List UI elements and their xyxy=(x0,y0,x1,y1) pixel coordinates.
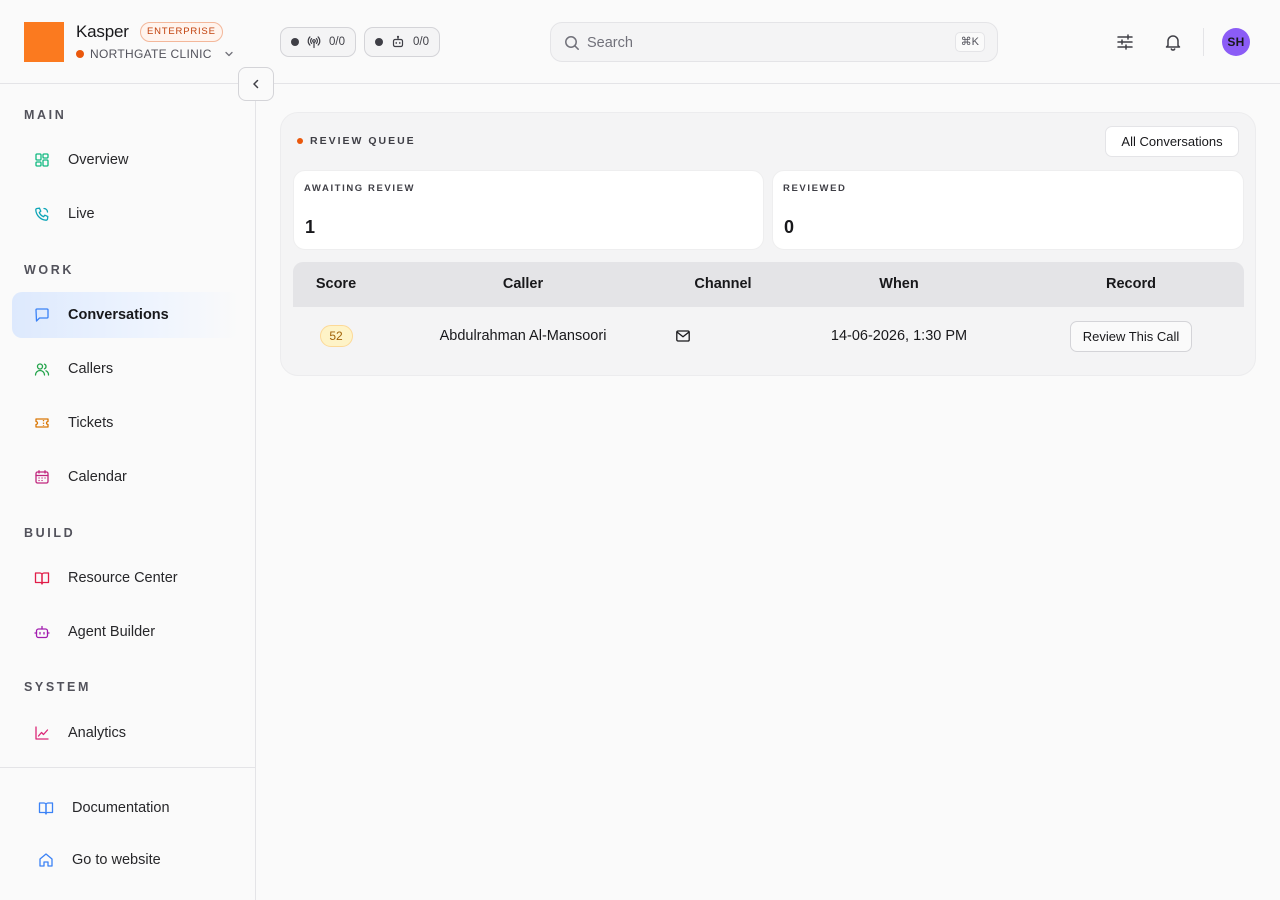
review-queue-title: REVIEW QUEUE xyxy=(297,135,416,147)
sidebar-item-analytics[interactable]: Analytics xyxy=(12,710,240,756)
plan-badge: ENTERPRISE xyxy=(140,22,223,42)
awaiting-review-value: 1 xyxy=(305,217,316,237)
bot-icon xyxy=(392,35,404,48)
sidebar-item-conversations[interactable]: Conversations xyxy=(12,292,240,338)
sidebar-item-overview[interactable]: Overview xyxy=(12,137,240,183)
sidebar-item-label: Analytics xyxy=(68,725,127,741)
column-when[interactable]: When xyxy=(849,262,949,307)
score-cell: 52 xyxy=(293,307,379,365)
home-icon xyxy=(39,853,53,867)
sidebar-item-label: Calendar xyxy=(68,469,127,485)
sidebar-item-agent-builder[interactable]: Agent Builder xyxy=(12,609,240,655)
awaiting-review-label: AWAITING REVIEW xyxy=(304,183,416,194)
sidebar-item-label: Live xyxy=(68,206,95,222)
awaiting-review-card: AWAITING REVIEW 1 xyxy=(293,170,764,250)
column-channel[interactable]: Channel xyxy=(673,262,773,307)
search-icon xyxy=(565,36,579,50)
section-label-build: BUILD xyxy=(24,526,76,540)
review-queue-label: REVIEW QUEUE xyxy=(310,135,416,147)
live-calls-pill[interactable]: 0/0 xyxy=(280,27,356,57)
caller-cell[interactable]: Abdulrahman Al-Mansoori xyxy=(403,307,643,365)
header-divider xyxy=(1203,28,1204,56)
sidebar-divider xyxy=(0,767,255,768)
column-score[interactable]: Score xyxy=(293,262,379,307)
agents-pill[interactable]: 0/0 xyxy=(364,27,440,57)
sidebar: MAIN Overview Live WORK Conversations Ca… xyxy=(0,84,256,900)
sidebar-item-callers[interactable]: Callers xyxy=(12,346,240,392)
review-table: Score Caller Channel When Record 52 Abdu… xyxy=(293,262,1244,365)
column-caller[interactable]: Caller xyxy=(423,262,623,307)
org-status-dot xyxy=(76,50,84,58)
calendar-icon xyxy=(35,470,49,484)
sidebar-item-label: Tickets xyxy=(68,415,114,431)
org-name: NORTHGATE CLINIC xyxy=(90,47,212,61)
sidebar-item-resource-center[interactable]: Resource Center xyxy=(12,555,240,601)
website-link[interactable]: Go to website xyxy=(24,842,161,878)
brand-name: Kasper xyxy=(76,22,129,41)
broadcast-icon xyxy=(307,36,321,49)
channel-cell xyxy=(633,307,733,365)
chevron-left-icon xyxy=(253,79,259,89)
phone-icon xyxy=(35,207,49,221)
chevron-down-icon xyxy=(225,51,233,57)
sidebar-item-live[interactable]: Live xyxy=(12,191,240,237)
org-switcher[interactable]: NORTHGATE CLINIC xyxy=(76,47,234,61)
user-avatar[interactable]: SH xyxy=(1222,28,1250,56)
section-label-system: SYSTEM xyxy=(24,680,91,694)
notifications-button[interactable] xyxy=(1161,30,1185,54)
column-record[interactable]: Record xyxy=(1081,262,1181,307)
sidebar-item-label: Overview xyxy=(68,152,129,168)
reviewed-value: 0 xyxy=(784,217,795,237)
sidebar-item-calendar[interactable]: Calendar xyxy=(12,454,240,500)
line-chart-icon xyxy=(35,726,49,740)
score-badge: 52 xyxy=(319,325,353,347)
title-dot xyxy=(297,138,303,144)
sidebar-item-label: Callers xyxy=(68,361,114,377)
search-shortcut: ⌘K xyxy=(954,32,985,52)
top-bar: Kasper ENTERPRISE NORTHGATE CLINIC 0/0 0… xyxy=(0,0,1280,84)
documentation-link[interactable]: Documentation xyxy=(24,790,170,826)
message-square-icon xyxy=(35,308,49,322)
book-icon xyxy=(38,802,54,815)
search-input[interactable] xyxy=(587,31,967,55)
section-label-work: WORK xyxy=(24,263,74,277)
record-cell: Review This Call xyxy=(1031,307,1231,365)
collapse-sidebar-button[interactable] xyxy=(238,67,274,101)
section-label-main: MAIN xyxy=(24,108,67,122)
review-queue-panel: REVIEW QUEUE All Conversations AWAITING … xyxy=(280,112,1256,376)
review-call-button[interactable]: Review This Call xyxy=(1069,320,1193,352)
ticket-icon xyxy=(35,418,49,428)
bot-icon xyxy=(34,625,50,639)
status-dot xyxy=(375,38,383,46)
live-calls-count: 0/0 xyxy=(329,36,345,48)
when-cell: 14-06-2026, 1:30 PM xyxy=(830,328,968,344)
mail-icon xyxy=(676,330,690,342)
bell-icon xyxy=(1165,35,1181,51)
book-open-icon xyxy=(34,572,50,585)
reviewed-label: REVIEWED xyxy=(783,183,847,194)
sidebar-item-label: Conversations xyxy=(68,307,169,323)
search-bar[interactable]: ⌘K xyxy=(550,22,998,62)
sidebar-item-label: Agent Builder xyxy=(68,624,156,640)
dashboard-icon xyxy=(35,153,49,167)
sliders-icon xyxy=(1117,34,1133,50)
status-dot xyxy=(291,38,299,46)
table-row[interactable]: 52 Abdulrahman Al-Mansoori 14-06-2026, 1… xyxy=(293,307,1244,365)
filters-button[interactable] xyxy=(1113,30,1137,54)
brand-logo[interactable] xyxy=(24,22,64,62)
all-conversations-button[interactable]: All Conversations xyxy=(1105,126,1239,157)
agents-count: 0/0 xyxy=(413,36,429,48)
users-icon xyxy=(34,363,50,376)
table-header: Score Caller Channel When Record xyxy=(293,262,1244,307)
reviewed-card: REVIEWED 0 xyxy=(772,170,1244,250)
sidebar-item-tickets[interactable]: Tickets xyxy=(12,400,240,446)
website-label: Go to website xyxy=(72,852,161,868)
sidebar-item-label: Resource Center xyxy=(68,570,178,586)
documentation-label: Documentation xyxy=(72,800,170,816)
